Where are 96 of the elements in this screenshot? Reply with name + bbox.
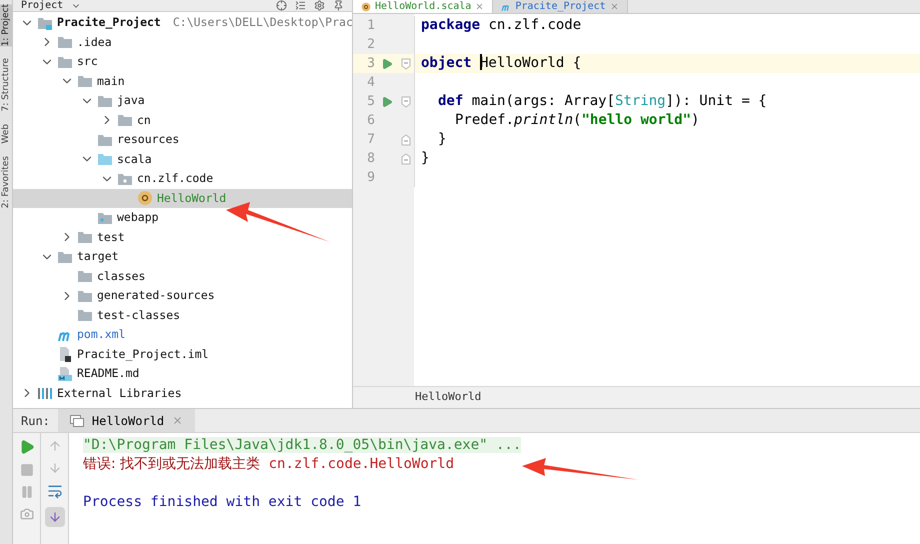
- console-error-class: cn.zlf.code.HelloWorld: [268, 456, 454, 472]
- tree-item-label: .idea: [77, 34, 112, 51]
- run-icon[interactable]: [381, 58, 393, 70]
- tree-row[interactable]: webapp: [13, 208, 352, 228]
- tree-item-label: cn.zlf.code: [137, 170, 214, 188]
- folder-icon: [97, 151, 113, 168]
- run-icon[interactable]: [381, 96, 393, 108]
- object-icon: [361, 2, 371, 12]
- settings-icon[interactable]: [314, 0, 325, 11]
- editor-tab[interactable]: HelloWorld.scala: [353, 0, 494, 13]
- tree-item-label: Pracite_Project.iml: [77, 346, 209, 363]
- close-icon[interactable]: [475, 2, 484, 11]
- scroll-to-end-button[interactable]: [44, 507, 64, 527]
- arrow-down-icon: [48, 510, 62, 524]
- tree-row[interactable]: scala: [13, 150, 352, 169]
- code-line: Predef.println("hello world"): [455, 111, 700, 130]
- tree-item-label: src: [77, 53, 98, 70]
- console-line: Process finished with exit code 1: [83, 494, 362, 510]
- panel-title[interactable]: Project: [21, 0, 64, 13]
- tree-item-label: resources: [117, 131, 180, 148]
- line-number: 4: [366, 74, 375, 92]
- tree-item-label: java: [117, 92, 145, 110]
- tree-item-label: generated-sources: [97, 287, 215, 304]
- tool-window-button[interactable]: 2: Favorites: [0, 156, 12, 208]
- folder-icon: [117, 112, 133, 128]
- tree-row[interactable]: main: [13, 72, 352, 91]
- tree-item-label: pom.xml: [77, 326, 126, 344]
- close-icon[interactable]: [610, 2, 619, 11]
- line-number: 8: [366, 150, 375, 168]
- tree-row[interactable]: External Libraries: [13, 384, 352, 403]
- crosshair-icon[interactable]: [276, 0, 287, 11]
- tree-item-label: HelloWorld: [157, 190, 226, 207]
- tree-row[interactable]: target: [13, 247, 352, 266]
- code-line: object HelloWorld {: [421, 53, 582, 73]
- soft-wrap-icon[interactable]: [46, 483, 62, 499]
- tree-row[interactable]: README.md: [13, 364, 352, 384]
- markdown-file-icon: [57, 366, 73, 382]
- tree-row[interactable]: resources: [13, 130, 352, 150]
- tree-item-label: test-classes: [97, 306, 180, 324]
- tree-row[interactable]: .idea: [13, 32, 352, 52]
- line-number: 7: [366, 130, 375, 149]
- tree-item-label: Pracite_Project: [57, 14, 161, 32]
- folder-icon: [77, 229, 93, 246]
- libraries-icon: [37, 385, 53, 402]
- tree-item-label: main: [97, 72, 125, 90]
- tree-row[interactable]: test-classes: [13, 306, 352, 325]
- code-line: }: [438, 130, 446, 149]
- folder-icon: [77, 73, 93, 90]
- run-label: Run:: [20, 412, 51, 430]
- folder-icon: [77, 307, 93, 324]
- tree-item-label: External Libraries: [57, 384, 182, 402]
- run-tab[interactable]: HelloWorld: [58, 409, 196, 432]
- object-icon: [137, 190, 153, 206]
- tree-row[interactable]: test: [13, 228, 352, 247]
- text-caret: [480, 54, 482, 70]
- tree-item-label: README.md: [77, 365, 140, 382]
- tree-row[interactable]: Pracite_Project.iml: [13, 344, 352, 364]
- tree-item-label: webapp: [117, 209, 159, 226]
- editor-tab[interactable]: Pracite_Project: [493, 0, 628, 13]
- code-line: }: [421, 149, 430, 168]
- tree-row[interactable]: cn.zlf.code: [13, 169, 352, 188]
- console-icon: [70, 414, 84, 426]
- line-number: 1: [366, 16, 375, 35]
- tool-window-button[interactable]: Web: [0, 124, 12, 144]
- pin-icon[interactable]: [333, 0, 344, 11]
- tree-row[interactable]: Pracite_Project C:\Users\DELL\Desktop\Prac: [13, 13, 352, 32]
- line-number: 6: [366, 112, 375, 130]
- code-line: def main(args: Array[String]): Unit = {: [438, 92, 767, 111]
- line-number: 2: [366, 36, 375, 54]
- tree-row[interactable]: java: [13, 91, 352, 110]
- tree-item-label: cn: [137, 112, 151, 129]
- tree-item-label: test: [97, 228, 125, 246]
- file-icon: [57, 346, 73, 362]
- tree-row[interactable]: generated-sources: [13, 286, 352, 306]
- folder-icon: [57, 34, 73, 50]
- line-number: 5: [366, 92, 375, 111]
- tree-item-label: target: [77, 248, 119, 266]
- fold-marker-icon[interactable]: [401, 96, 411, 108]
- collapse-icon[interactable]: [295, 0, 306, 11]
- console-error-message: 错误: 找不到或无法加载主类: [83, 456, 260, 472]
- tree-row[interactable]: classes: [13, 266, 352, 286]
- line-number: 3: [366, 54, 375, 73]
- tree-row[interactable]: pom.xml: [13, 325, 352, 344]
- run-icon[interactable]: [18, 439, 34, 455]
- tree-item-label: classes: [97, 268, 146, 285]
- tool-window-button[interactable]: 1: Project: [0, 4, 12, 46]
- tree-item-label: scala: [117, 150, 152, 168]
- folder-icon: [77, 268, 93, 284]
- code-line: package cn.zlf.code: [421, 16, 582, 35]
- module-path: C:\Users\DELL\Desktop\Prac: [172, 14, 352, 32]
- tool-window-button[interactable]: 7: Structure: [0, 58, 12, 112]
- fold-marker-icon[interactable]: [401, 58, 411, 70]
- tree-row[interactable]: src: [13, 52, 352, 72]
- tree-row[interactable]: cn: [13, 110, 352, 130]
- breadcrumb-item[interactable]: HelloWorld: [415, 389, 482, 406]
- line-number: 9: [366, 168, 375, 187]
